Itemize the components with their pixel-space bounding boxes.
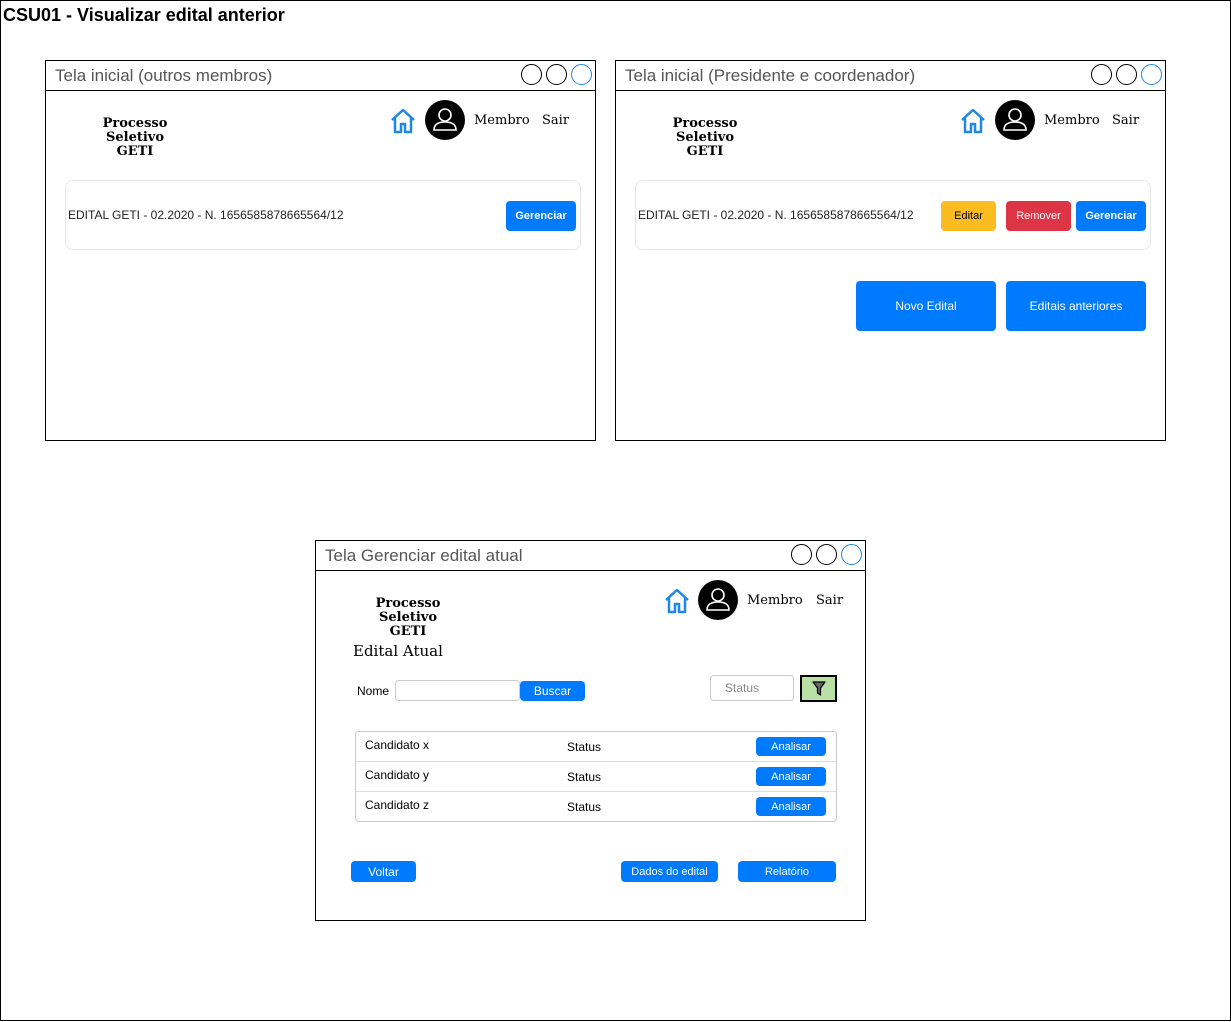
- window-titlebar: Tela inicial (outros membros): [46, 61, 595, 91]
- avatar-button[interactable]: [698, 580, 738, 620]
- nav-membro[interactable]: Membro: [747, 593, 803, 608]
- candidate-name: Candidato y: [365, 768, 430, 782]
- status-placeholder: Status: [725, 681, 760, 695]
- nav-membro[interactable]: Membro: [1044, 113, 1100, 128]
- nome-input[interactable]: [395, 680, 520, 701]
- edital-card: EDITAL GETI - 02.2020 - N. 1656585878665…: [65, 180, 581, 250]
- gerenciar-button[interactable]: Gerenciar: [506, 201, 576, 231]
- status-filter-input[interactable]: Status: [710, 675, 794, 701]
- nav-sair[interactable]: Sair: [816, 593, 843, 608]
- brand-line2: GETI: [116, 144, 154, 159]
- avatar-button[interactable]: [995, 100, 1035, 140]
- gerenciar-button[interactable]: Gerenciar: [1076, 201, 1146, 231]
- buscar-button[interactable]: Buscar: [520, 681, 585, 701]
- novo-edital-button[interactable]: Novo Edital: [856, 281, 996, 331]
- window-title: Tela inicial (outros membros): [55, 66, 273, 85]
- user-icon: [706, 588, 730, 611]
- user-icon: [1003, 108, 1027, 131]
- window-members: Tela inicial (outros membros) Processo S…: [45, 60, 596, 441]
- brand-line1: Processo Seletivo: [375, 596, 441, 625]
- table-row: Candidato z Status Analisar: [356, 792, 836, 822]
- edital-title: EDITAL GETI - 02.2020 - N. 1656585878665…: [638, 208, 914, 222]
- voltar-button[interactable]: Voltar: [351, 861, 416, 882]
- user-icon: [433, 108, 457, 131]
- brand-line2: GETI: [389, 624, 427, 639]
- edital-title: EDITAL GETI - 02.2020 - N. 1656585878665…: [68, 208, 344, 222]
- window-minimize-button[interactable]: [816, 544, 837, 565]
- window-maximize-button[interactable]: [1141, 64, 1162, 85]
- avatar-button[interactable]: [425, 100, 465, 140]
- window-close-button[interactable]: [521, 64, 542, 85]
- brand-logo: Processo Seletivo GETI: [76, 117, 194, 159]
- window-maximize-button[interactable]: [841, 544, 862, 565]
- page-title: CSU01 - Visualizar edital anterior: [3, 5, 285, 25]
- analisar-button[interactable]: Analisar: [756, 737, 826, 756]
- brand-line1: Processo Seletivo: [672, 116, 738, 145]
- window-maximize-button[interactable]: [571, 64, 592, 85]
- window-title: Tela inicial (Presidente e coordenador): [625, 66, 916, 85]
- window-controls: [791, 544, 862, 565]
- table-row: Candidato x Status Analisar: [356, 732, 836, 762]
- funnel-icon: [811, 680, 826, 696]
- home-icon[interactable]: [959, 107, 987, 135]
- table-row: Candidato y Status Analisar: [356, 762, 836, 792]
- brand-logo: Processo Seletivo GETI: [646, 117, 764, 159]
- window-titlebar: Tela inicial (Presidente e coordenador): [616, 61, 1165, 91]
- window-close-button[interactable]: [791, 544, 812, 565]
- brand-logo: Processo Seletivo GETI: [349, 597, 467, 639]
- edital-card: EDITAL GETI - 02.2020 - N. 1656585878665…: [635, 180, 1151, 250]
- window-title: Tela Gerenciar edital atual: [325, 546, 523, 565]
- nav-sair[interactable]: Sair: [542, 113, 569, 128]
- nav-membro[interactable]: Membro: [474, 113, 530, 128]
- dados-do-edital-button[interactable]: Dados do edital: [621, 861, 718, 882]
- candidate-name: Candidato z: [365, 798, 430, 812]
- window-minimize-button[interactable]: [1116, 64, 1137, 85]
- candidates-table: Candidato x Status Analisar Candidato y …: [355, 731, 837, 822]
- home-icon[interactable]: [389, 107, 417, 135]
- window-minimize-button[interactable]: [546, 64, 567, 85]
- analisar-button[interactable]: Analisar: [756, 797, 826, 816]
- brand-line1: Processo Seletivo: [102, 116, 168, 145]
- window-titlebar: Tela Gerenciar edital atual: [316, 541, 865, 571]
- window-controls: [521, 64, 592, 85]
- nav-sair[interactable]: Sair: [1112, 113, 1139, 128]
- window-manage: Tela Gerenciar edital atual Processo Sel…: [315, 540, 866, 921]
- candidate-name: Candidato x: [365, 738, 430, 752]
- window-close-button[interactable]: [1091, 64, 1112, 85]
- filter-button[interactable]: [800, 675, 837, 702]
- candidate-status: Status: [567, 770, 602, 784]
- nome-label: Nome: [357, 684, 390, 698]
- editar-button[interactable]: Editar: [941, 201, 996, 231]
- remover-button[interactable]: Remover: [1006, 201, 1071, 231]
- window-president: Tela inicial (Presidente e coordenador) …: [615, 60, 1166, 441]
- window-controls: [1091, 64, 1162, 85]
- candidate-status: Status: [567, 800, 602, 814]
- analisar-button[interactable]: Analisar: [756, 767, 826, 786]
- relatorio-button[interactable]: Relatório: [738, 861, 836, 882]
- candidate-status: Status: [567, 740, 602, 754]
- brand-line2: GETI: [686, 144, 724, 159]
- section-heading: Edital Atual: [353, 642, 443, 660]
- editais-anteriores-button[interactable]: Editais anteriores: [1006, 281, 1146, 331]
- home-icon[interactable]: [663, 587, 691, 615]
